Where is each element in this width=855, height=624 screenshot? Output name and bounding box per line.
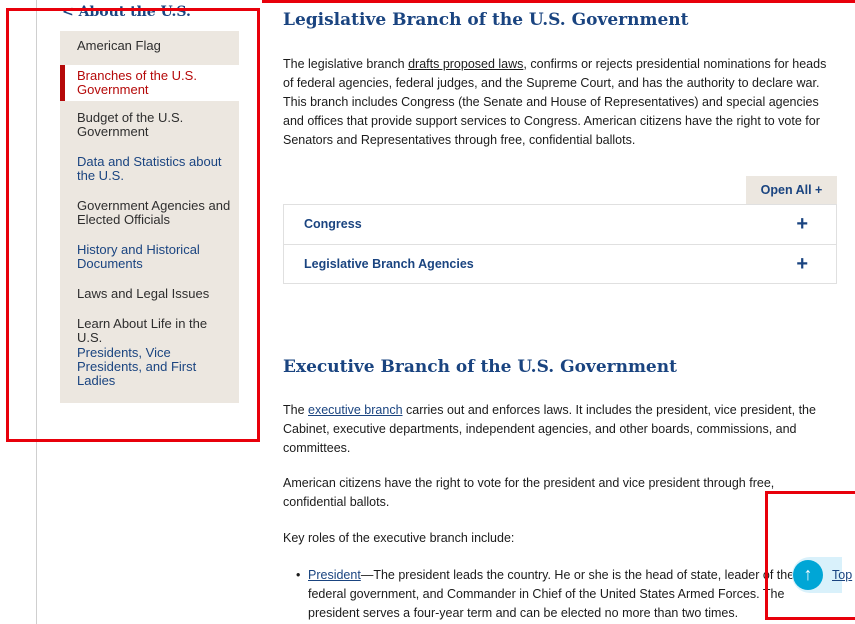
legislative-text-start: The legislative branch [283,57,409,71]
plus-icon: + [796,213,808,235]
executive-paragraph-3: Key roles of the executive branch includ… [283,531,515,545]
legislative-heading: Legislative Branch of the U.S. Governmen… [283,10,689,30]
executive-paragraph-1: The executive branch carries out and enf… [283,401,839,458]
drafts-proposed-laws-link[interactable]: drafts proposed laws [408,57,523,71]
plus-icon: + [796,253,808,275]
accordion-label: Legislative Branch Agencies [304,257,474,271]
annotation-top-box [765,491,855,620]
accordion-legislative-agencies[interactable]: Legislative Branch Agencies + [284,244,836,283]
list-item: President—The president leads the countr… [296,566,816,623]
executive-heading: Executive Branch of the U.S. Government [283,357,677,377]
accordion-label: Congress [304,217,362,231]
legislative-paragraph: The legislative branch drafts proposed l… [283,55,839,150]
executive-text-start: The [283,403,309,417]
open-all-button[interactable]: Open All + [746,176,837,205]
executive-paragraph-2: American citizens have the right to vote… [283,476,775,509]
president-description: —The president leads the country. He or … [308,568,795,620]
annotation-sidebar-box [6,8,260,442]
annotation-top-line [262,0,855,3]
executive-roles-list: President—The president leads the countr… [296,566,816,623]
executive-branch-link[interactable]: executive branch [308,403,403,417]
legislative-accordion: Congress + Legislative Branch Agencies + [283,204,837,284]
president-link[interactable]: President [308,568,361,582]
accordion-congress[interactable]: Congress + [284,205,836,244]
